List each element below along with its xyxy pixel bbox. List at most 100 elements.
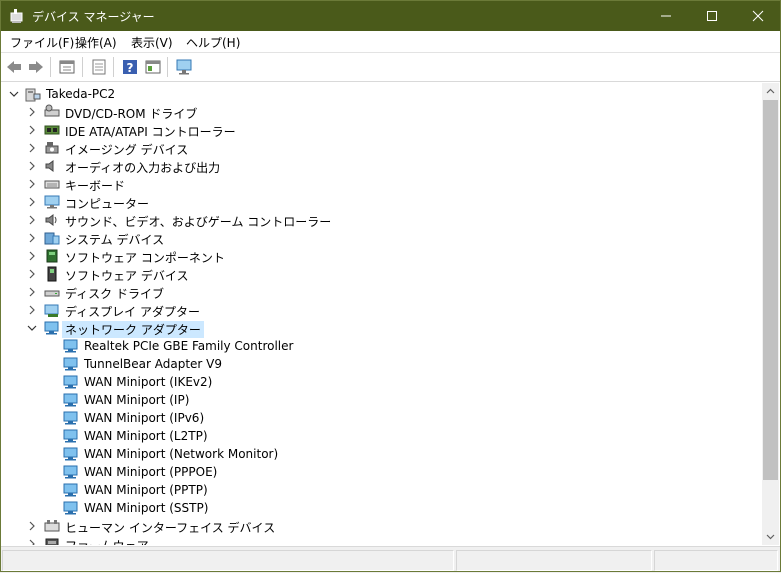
properties-button[interactable] [56,56,78,78]
ide-controller-icon [44,125,60,135]
chevron-right-icon[interactable] [27,251,37,261]
tree-device[interactable]: WAN Miniport (IKEv2) [1,373,761,391]
tree-device[interactable]: WAN Miniport (SSTP) [1,499,761,517]
chevron-right-icon[interactable] [27,539,37,545]
window-title: デバイス マネージャー [32,10,155,24]
tree-device[interactable]: Realtek PCIe GBE Family Controller [1,337,761,355]
tree-category[interactable]: システム デバイス [1,229,761,247]
tree-device[interactable]: TunnelBear Adapter V9 [1,355,761,373]
chevron-right-icon[interactable] [27,107,37,117]
toolbar: ? [0,53,781,82]
tree-category[interactable]: イメージング デバイス [1,139,761,157]
network-adapter-icon [63,411,78,425]
network-adapter-icon [63,375,78,389]
tree-category-label: ネットワーク アダプター [62,321,204,338]
chevron-right-icon[interactable] [27,215,37,225]
update-driver-button[interactable] [88,56,110,78]
tree-category[interactable]: ディスプレイ アダプター [1,301,761,319]
tree-category[interactable]: ソフトウェア コンポーネント [1,247,761,265]
network-adapter-icon [63,429,78,443]
chevron-right-icon[interactable] [27,287,37,297]
scan-hardware-button[interactable] [173,56,195,78]
tree-category[interactable]: ソフトウェア デバイス [1,265,761,283]
tree-category-label: キーボード [65,179,126,193]
help-button[interactable]: ? [119,56,141,78]
tree-device[interactable]: WAN Miniport (IPv6) [1,409,761,427]
maximize-button[interactable] [689,0,735,31]
disk-drive-icon [44,290,60,297]
computer-root-icon [25,88,41,102]
chevron-right-icon[interactable] [27,197,37,207]
tree-category[interactable]: ネットワーク アダプター [1,319,761,338]
toolbar-separator [113,57,114,77]
tree-device[interactable]: WAN Miniport (L2TP) [1,427,761,445]
tree-category-label: IDE ATA/ATAPI コントローラー [65,125,236,139]
chevron-right-icon[interactable] [27,125,37,135]
scrollbar-thumb[interactable] [763,100,778,480]
minimize-icon [661,15,671,17]
tree-category-label: DVD/CD-ROM ドライブ [65,107,198,121]
chevron-right-icon[interactable] [27,161,37,171]
tree-device[interactable]: WAN Miniport (PPTP) [1,481,761,499]
tree-root[interactable]: Takeda-PC2 [1,85,761,103]
tree-category[interactable]: コンピューター [1,193,761,211]
device-tree[interactable]: Takeda-PC2 DVD/CD-ROM ドライブ IDE ATA/ATAPI … [1,83,762,545]
chevron-down-icon[interactable] [9,89,19,99]
tree-device-label: WAN Miniport (L2TP) [84,429,208,443]
update-driver-icon [92,59,106,75]
tree-device-label: WAN Miniport (IKEv2) [84,375,213,389]
tree-category-label: イメージング デバイス [65,143,189,157]
keyboard-icon [44,180,60,189]
view-button[interactable] [142,56,164,78]
status-bar [0,546,781,573]
tree-category[interactable]: DVD/CD-ROM ドライブ [1,103,761,121]
tree-device[interactable]: WAN Miniport (PPPOE) [1,463,761,481]
tree-category[interactable]: ディスク ドライブ [1,283,761,301]
tree-category[interactable]: キーボード [1,175,761,193]
sound-icon [45,214,57,226]
back-button[interactable] [3,56,25,78]
minimize-button[interactable] [643,0,689,31]
close-icon [752,10,764,22]
toolbar-separator [167,57,168,77]
tree-category-label: ディスク ドライブ [65,287,164,301]
menu-view[interactable]: 表示(V) [131,34,173,51]
chevron-right-icon[interactable] [27,179,37,189]
menu-file[interactable]: ファイル(F) [10,34,74,51]
tree-device-label: TunnelBear Adapter V9 [84,357,223,371]
tree-device-label: WAN Miniport (SSTP) [84,501,209,515]
software-component-icon [46,249,58,263]
chevron-right-icon[interactable] [27,521,37,531]
scroll-down-arrow-icon[interactable] [762,528,779,545]
chevron-right-icon[interactable] [27,143,37,153]
tree-category[interactable]: ヒューマン インターフェイス デバイス [1,517,761,535]
tree-category[interactable]: ファームウェア [1,535,761,545]
chevron-right-icon[interactable] [27,269,37,279]
scroll-up-arrow-icon[interactable] [762,83,779,100]
menu-bar: ファイル(F) 操作(A) 表示(V) ヘルプ(H) [0,31,781,53]
tree-device[interactable]: WAN Miniport (Network Monitor) [1,445,761,463]
maximize-icon [707,11,717,21]
tree-device[interactable]: WAN Miniport (IP) [1,391,761,409]
tree-category-label: ソフトウェア コンポーネント [65,251,225,265]
toolbar-separator [50,57,51,77]
chevron-down-icon[interactable] [27,323,37,333]
tree-category-label: サウンド、ビデオ、およびゲーム コントローラー [65,215,332,229]
chevron-right-icon[interactable] [27,305,37,315]
tree-category[interactable]: オーディオの入力および出力 [1,157,761,175]
speaker-icon [45,160,54,172]
status-cell [654,550,778,571]
forward-button[interactable] [25,56,47,78]
tree-category[interactable]: サウンド、ビデオ、およびゲーム コントローラー [1,211,761,229]
menu-action[interactable]: 操作(A) [75,34,117,51]
vertical-scrollbar[interactable] [762,83,779,545]
firmware-icon [45,538,59,545]
close-button[interactable] [735,0,781,31]
tree-category[interactable]: IDE ATA/ATAPI コントローラー [1,121,761,139]
menu-help[interactable]: ヘルプ(H) [186,34,240,51]
display-adapter-icon [44,304,59,317]
dvd-drive-icon [44,104,60,117]
chevron-right-icon[interactable] [27,233,37,243]
svg-text:?: ? [127,61,134,75]
computer-icon [44,195,60,209]
